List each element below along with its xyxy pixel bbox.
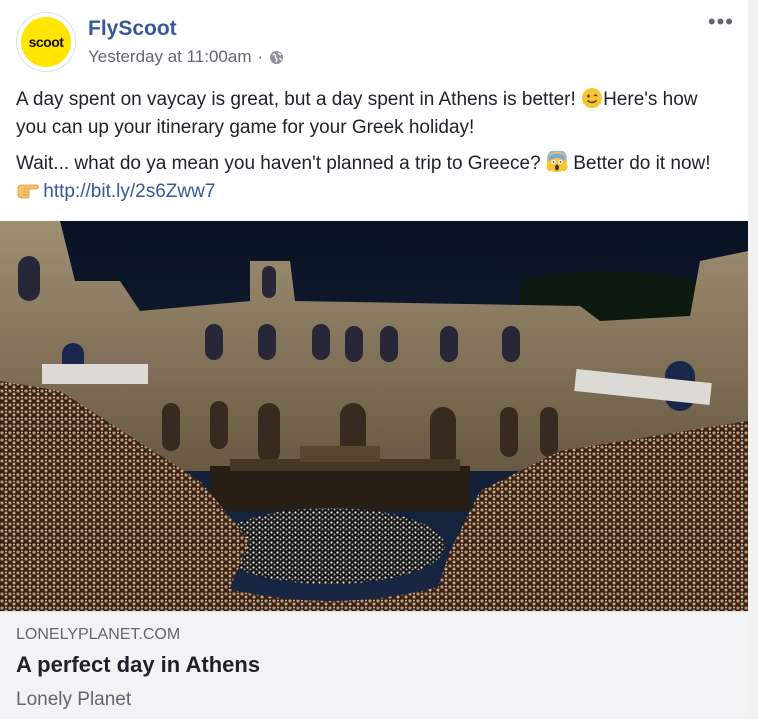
post-link[interactable]: http://bit.ly/2s6Zww7 [43,181,215,202]
page-avatar[interactable]: scoot [16,12,76,72]
scoot-logo: scoot [21,17,71,67]
post-paragraph-2: Wait... what do ya mean you haven't plan… [16,149,730,206]
post-timestamp[interactable]: Yesterday at 11:00am [88,47,252,67]
globe-icon[interactable] [269,50,284,65]
preview-source: Lonely Planet [16,689,132,710]
paragraph-1-text-a: A day spent on vaycay is great, but a da… [16,89,582,110]
smiley-icon [581,87,603,109]
paragraph-2-text-b: Better do it now! [567,153,711,174]
post-paragraph-1: A day spent on vaycay is great, but a da… [16,86,730,142]
more-options-icon[interactable]: ••• [708,11,734,33]
facebook-post: scoot FlyScoot Yesterday at 11:00am · ••… [0,0,748,719]
scrollbar[interactable] [748,0,758,719]
preview-domain: LONELYPLANET.COM [16,626,181,643]
post-meta: Yesterday at 11:00am · [88,47,284,67]
paragraph-2-text-a: Wait... what do ya mean you haven't plan… [16,153,546,174]
screaming-face-icon [546,149,568,173]
meta-separator: · [257,47,264,66]
preview-title[interactable]: A perfect day in Athens [16,652,260,678]
pointing-right-icon [16,179,39,201]
theatre-photo [0,221,748,611]
page-name-link[interactable]: FlyScoot [88,17,177,41]
post-image-athens-theatre[interactable] [0,221,748,611]
link-preview-card[interactable]: LONELYPLANET.COM A perfect day in Athens… [0,611,748,719]
